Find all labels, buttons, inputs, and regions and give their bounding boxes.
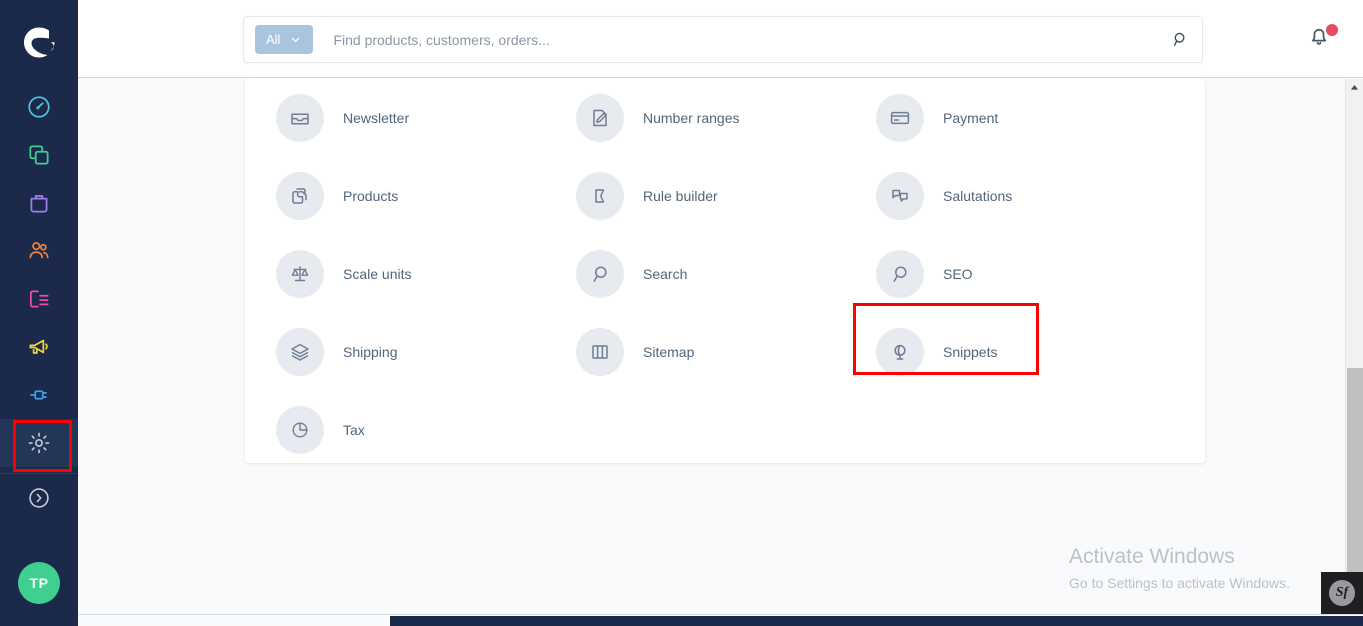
rule-flag-icon bbox=[576, 172, 624, 220]
settings-tile-rule-builder[interactable]: Rule builder bbox=[575, 157, 875, 235]
sidebar-item-marketing[interactable] bbox=[0, 323, 78, 371]
tile-label: Sitemap bbox=[643, 344, 695, 360]
search-icon bbox=[876, 250, 924, 298]
users-icon bbox=[29, 242, 49, 259]
sidebar-item-dashboard[interactable] bbox=[0, 83, 78, 131]
top-header: All bbox=[78, 0, 1363, 78]
tile-label: SEO bbox=[943, 266, 973, 282]
watermark-title: Activate Windows bbox=[1069, 545, 1235, 568]
settings-tile-payment[interactable]: Payment bbox=[875, 79, 1175, 157]
tile-label: Salutations bbox=[943, 188, 1013, 204]
scales-icon bbox=[276, 250, 324, 298]
search-scope-dropdown[interactable]: All bbox=[255, 25, 314, 54]
gear-icon bbox=[28, 432, 50, 454]
shopware-logo-icon bbox=[24, 27, 55, 57]
sidebar-item-content[interactable] bbox=[0, 275, 78, 323]
settings-tile-number-ranges[interactable]: Number ranges bbox=[575, 79, 875, 157]
watermark-subtitle: Go to Settings to activate Windows. bbox=[1069, 575, 1290, 591]
tile-label: Rule builder bbox=[643, 188, 718, 204]
inbox-icon bbox=[276, 94, 324, 142]
tile-label: Scale units bbox=[343, 266, 412, 282]
copy-icon bbox=[276, 172, 324, 220]
chat-bubbles-icon bbox=[876, 172, 924, 220]
bag-icon bbox=[30, 195, 48, 213]
tile-label: Tax bbox=[343, 422, 365, 438]
symfony-logo-icon: Sf bbox=[1329, 580, 1355, 606]
horizontal-scrollbar[interactable] bbox=[78, 614, 1363, 626]
sidebar-item-settings[interactable] bbox=[0, 419, 78, 472]
tile-label: Shipping bbox=[343, 344, 398, 360]
settings-tile-sitemap[interactable]: Sitemap bbox=[575, 313, 875, 391]
tile-label: Search bbox=[643, 266, 688, 282]
admin-window: TP All Find products, customers, orders.… bbox=[0, 0, 1363, 626]
megaphone-icon bbox=[29, 339, 48, 354]
sidebar-item-help[interactable] bbox=[0, 474, 78, 522]
layers-icon bbox=[29, 145, 49, 165]
plug-icon bbox=[30, 390, 47, 400]
tile-label: Products bbox=[343, 188, 399, 204]
sidebar-nav bbox=[0, 83, 78, 522]
globe-lamp-icon bbox=[876, 328, 924, 376]
content-icon bbox=[30, 290, 49, 308]
settings-tile-salutations[interactable]: Salutations bbox=[875, 157, 1175, 235]
vertical-scrollbar[interactable] bbox=[1345, 79, 1363, 614]
settings-tile-shipping[interactable]: Shipping bbox=[275, 313, 575, 391]
notification-badge-dot bbox=[1326, 24, 1338, 36]
user-avatar-area: TP bbox=[0, 562, 78, 604]
sidebar-item-customers[interactable] bbox=[0, 227, 78, 275]
avatar[interactable]: TP bbox=[18, 562, 60, 604]
sidebar-item-catalogues[interactable] bbox=[0, 131, 78, 179]
tile-label: Number ranges bbox=[643, 110, 740, 126]
search-input[interactable] bbox=[333, 31, 1171, 48]
box-icon bbox=[276, 328, 324, 376]
scroll-up-arrow-icon[interactable] bbox=[1346, 79, 1363, 96]
sidebar-item-extensions[interactable] bbox=[0, 371, 78, 419]
settings-tile-scale-units[interactable]: Scale units bbox=[275, 235, 575, 313]
settings-tile-products[interactable]: Products bbox=[275, 157, 575, 235]
settings-tile-tax[interactable]: Tax bbox=[275, 391, 575, 469]
settings-card: Newsletter Number ranges Payment Product… bbox=[245, 79, 1205, 463]
windows-activation-watermark: Activate Windows Go to Settings to activ… bbox=[1069, 542, 1290, 594]
tile-label: Newsletter bbox=[343, 110, 410, 126]
global-search-bar: All bbox=[243, 16, 1203, 63]
pie-chart-icon bbox=[276, 406, 324, 454]
symfony-profiler-badge[interactable]: Sf bbox=[1321, 572, 1363, 614]
speedometer-icon bbox=[28, 96, 50, 118]
map-book-icon bbox=[576, 328, 624, 376]
settings-tile-grid: Newsletter Number ranges Payment Product… bbox=[245, 79, 1205, 469]
settings-tile-newsletter[interactable]: Newsletter bbox=[275, 79, 575, 157]
edit-document-icon bbox=[576, 94, 624, 142]
chevron-circle-icon bbox=[29, 488, 49, 508]
app-logo[interactable] bbox=[0, 0, 78, 83]
tile-label: Snippets bbox=[943, 344, 998, 360]
settings-tile-search[interactable]: Search bbox=[575, 235, 875, 313]
notifications-button[interactable] bbox=[1306, 23, 1340, 57]
settings-content-area: Newsletter Number ranges Payment Product… bbox=[78, 79, 1345, 614]
horizontal-scrollbar-thumb[interactable] bbox=[390, 616, 1363, 626]
settings-tile-seo[interactable]: SEO bbox=[875, 235, 1175, 313]
search-icon bbox=[576, 250, 624, 298]
search-scope-label: All bbox=[266, 32, 281, 47]
chevron-down-icon bbox=[292, 37, 300, 42]
tile-label: Payment bbox=[943, 110, 999, 126]
search-icon[interactable] bbox=[1171, 30, 1190, 49]
main-sidebar: TP bbox=[0, 0, 78, 626]
settings-tile-snippets[interactable]: Snippets bbox=[853, 303, 1175, 391]
credit-card-icon bbox=[876, 94, 924, 142]
sidebar-item-orders[interactable] bbox=[0, 179, 78, 227]
